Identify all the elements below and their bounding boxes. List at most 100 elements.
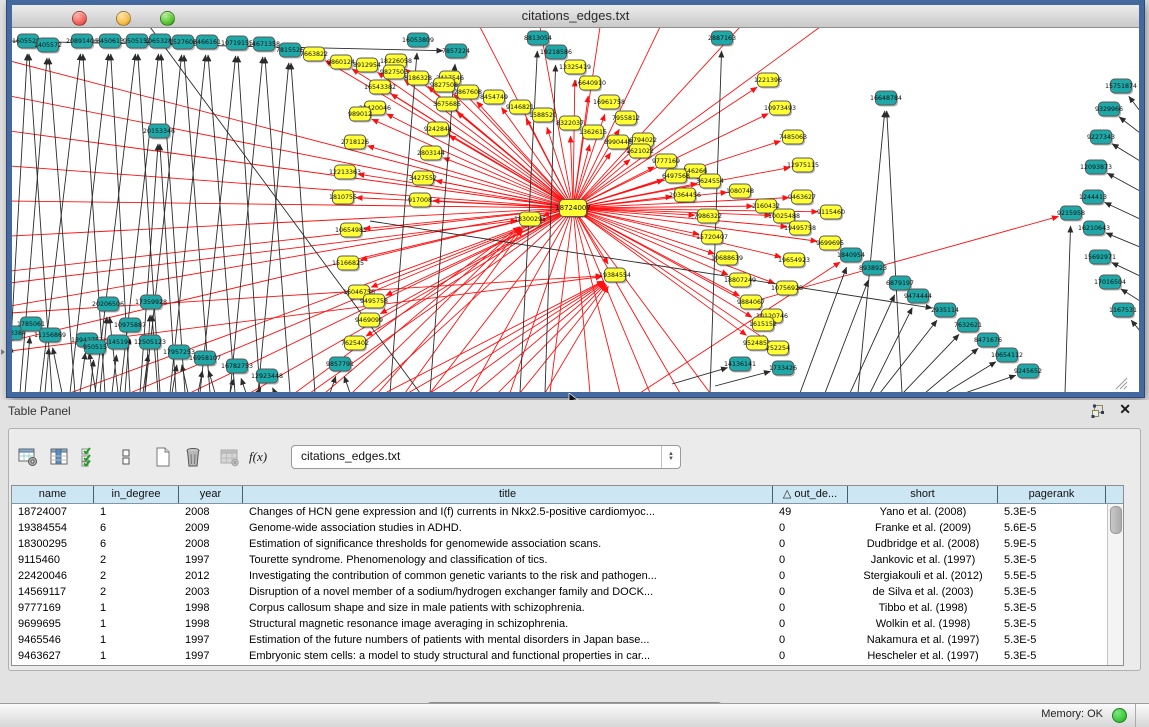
graph-node[interactable]: 16640910 (574, 76, 606, 92)
graph-node[interactable]: 9860124 (327, 55, 355, 71)
graph-node[interactable]: 9777169 (652, 154, 680, 170)
graph-node[interactable]: 7632621 (954, 318, 982, 334)
graph-edge[interactable] (12, 208, 573, 341)
graph-edge[interactable] (1119, 117, 1139, 133)
graph-node[interactable]: 2887163 (708, 31, 736, 47)
graph-node[interactable]: 9463627 (788, 190, 816, 206)
resize-grip-icon[interactable] (1120, 382, 1127, 389)
graph-node[interactable]: 2803144 (417, 146, 445, 162)
graph-node[interactable]: 7986322 (694, 209, 722, 225)
graph-node[interactable]: 8454749 (480, 90, 508, 106)
graph-node[interactable]: 9474444 (904, 289, 932, 305)
column-visibility-icon[interactable] (46, 444, 72, 470)
graph-edge[interactable] (510, 208, 573, 392)
column-header-in_degree[interactable]: in_degree (94, 486, 179, 503)
table-selector-dropdown[interactable]: citations_edges.txt ▲▼ (291, 445, 681, 469)
graph-edge[interactable] (443, 158, 573, 208)
graph-node[interactable]: 15692971 (1084, 250, 1116, 266)
column-header-short[interactable]: short (848, 486, 998, 503)
graph-node[interactable]: 9469099 (355, 313, 383, 329)
table-row[interactable]: 911546021997Tourette syndrome. Phenomeno… (12, 552, 1108, 568)
graph-node[interactable]: 16782753 (221, 359, 253, 375)
table-settings-icon[interactable] (15, 444, 41, 470)
graph-node[interactable]: 12923448 (251, 369, 283, 385)
graph-node[interactable]: 6466161 (193, 35, 221, 51)
graph-node[interactable]: 1405572 (34, 38, 62, 54)
table-row[interactable]: 946362711997Embryonic stem cells: a mode… (12, 648, 1108, 664)
graph-node[interactable]: 9495758 (360, 294, 388, 310)
graph-edge[interactable] (12, 96, 573, 208)
graph-node[interactable]: 16961758 (593, 95, 625, 111)
graph-node[interactable]: 9227343 (1087, 130, 1115, 146)
graph-edge[interactable] (80, 353, 85, 392)
table-row[interactable]: 946554611997Estimation of the future num… (12, 632, 1108, 648)
graph-node[interactable]: 9699695 (816, 236, 844, 252)
graph-edge[interactable] (200, 56, 236, 392)
column-header-out_de[interactable]: △ out_de... (773, 486, 848, 503)
graph-node[interactable]: 989012 (348, 107, 372, 123)
graph-edge[interactable] (430, 64, 455, 392)
graph-node[interactable]: 9245652 (1014, 364, 1042, 380)
graph-node[interactable]: 18724007 (555, 200, 591, 219)
column-header-title[interactable]: title (243, 486, 773, 503)
graph-node[interactable]: 7857224 (442, 44, 470, 60)
graph-node[interactable]: 12975115 (787, 158, 819, 174)
graph-node[interactable]: 9329966 (1095, 102, 1123, 118)
graph-edge[interactable] (475, 283, 605, 392)
graph-edge[interactable] (1112, 263, 1139, 276)
vertical-scrollbar[interactable] (1107, 504, 1123, 665)
graph-node[interactable]: 9115460 (817, 205, 845, 221)
graph-edge[interactable] (1106, 233, 1139, 247)
network-canvas[interactable]: 1605528914055722089140684506139505152106… (12, 28, 1139, 392)
new-column-icon[interactable] (149, 444, 175, 470)
graph-node[interactable]: 12213363 (329, 165, 361, 181)
graph-edge[interactable] (367, 146, 573, 208)
graph-node[interactable]: 1810755 (329, 190, 357, 206)
graph-node[interactable]: 12093873 (1080, 160, 1112, 176)
graph-node[interactable]: 3427552 (409, 171, 437, 187)
column-header-pagerank[interactable]: pagerank (998, 486, 1106, 503)
citation-network-graph[interactable]: 1605528914055722089140684506139505152106… (12, 28, 1139, 392)
graph-edge[interactable] (800, 267, 846, 392)
graph-node[interactable]: 10654985 (335, 223, 367, 239)
graph-edge[interactable] (1129, 96, 1139, 111)
graph-node[interactable]: 1145194 (104, 335, 132, 351)
table-row[interactable]: 977716911998Corpus callosum shape and si… (12, 600, 1108, 616)
graph-node[interactable]: 16210643 (1078, 221, 1110, 237)
graph-node[interactable]: 7625402 (341, 336, 369, 352)
graph-edge[interactable] (258, 63, 289, 392)
delete-column-icon[interactable] (180, 444, 206, 470)
graph-node[interactable]: 9857791 (326, 357, 354, 373)
graph-edge[interactable] (325, 227, 520, 392)
collapse-panel-arrow-icon[interactable] (1, 349, 5, 355)
graph-node[interactable]: 9215958 (1057, 206, 1085, 222)
float-panel-icon[interactable] (1091, 404, 1105, 418)
graph-edge[interactable] (573, 80, 575, 208)
table-row[interactable]: 1872400712008Changes of HCN gene express… (12, 504, 1108, 520)
graph-node[interactable]: 10654112 (991, 348, 1023, 364)
table-row[interactable]: 2242004622012Investigating the contribut… (12, 568, 1108, 584)
resize-grip-icon[interactable] (1124, 386, 1127, 389)
graph-edge[interactable] (273, 388, 275, 392)
graph-node[interactable]: 1080748 (726, 184, 754, 200)
graph-node[interactable]: 8471676 (974, 333, 1002, 349)
graph-node[interactable]: 14136141 (724, 357, 756, 373)
graph-edge[interactable] (945, 362, 996, 392)
graph-edge[interactable] (25, 337, 30, 392)
graph-node[interactable]: 15720407 (696, 230, 728, 246)
graph-edge[interactable] (1112, 144, 1139, 161)
graph-edge[interactable] (925, 348, 978, 392)
graph-edge[interactable] (265, 57, 290, 392)
graph-edge[interactable] (241, 378, 246, 392)
graph-node[interactable]: 6497568 (662, 169, 690, 185)
graph-edge[interactable] (53, 348, 62, 392)
table-row[interactable]: 969969511998Structural magnetic resonanc… (12, 616, 1108, 632)
graph-edge[interactable] (1065, 226, 1071, 392)
row-height-icon[interactable] (113, 444, 139, 470)
graph-node[interactable]: 1221396 (754, 73, 782, 89)
graph-node[interactable]: 10975887 (114, 318, 146, 334)
graph-node[interactable]: 12505123 (134, 335, 166, 351)
graph-node[interactable]: 18807249 (724, 273, 756, 289)
graph-edge[interactable] (452, 283, 604, 392)
graph-node[interactable]: 1840954 (837, 248, 865, 264)
